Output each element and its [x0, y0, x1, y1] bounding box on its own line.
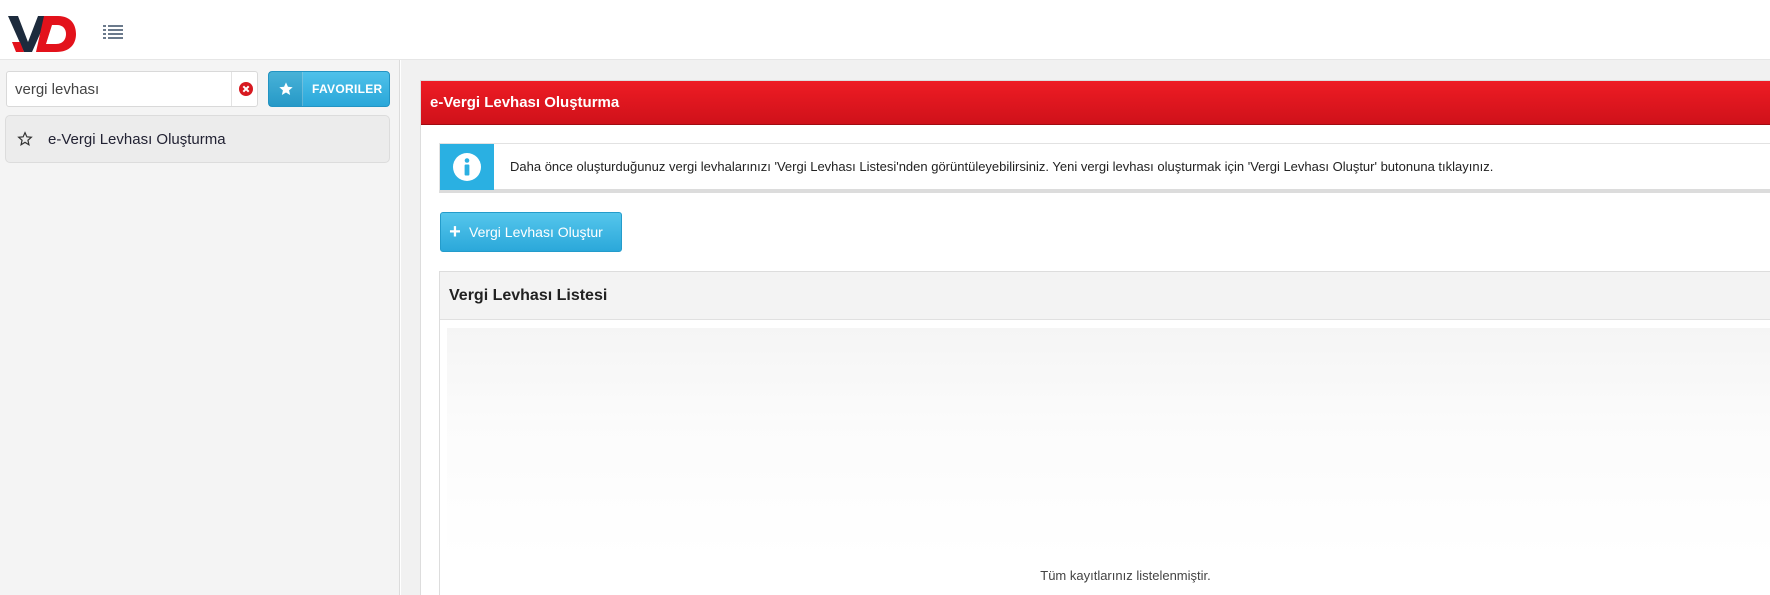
search-box — [6, 71, 258, 107]
close-circle-icon[interactable] — [231, 72, 259, 106]
list-title: Vergi Levhası Listesi — [440, 272, 1770, 320]
logo[interactable] — [8, 12, 78, 56]
create-button-label: Vergi Levhası Oluştur — [469, 224, 603, 240]
plus-icon: + — [449, 221, 461, 243]
sidebar-item-e-vergi-levhasi[interactable]: e-Vergi Levhası Oluşturma — [5, 115, 390, 163]
info-message: Daha önce oluşturduğunuz vergi levhaları… — [510, 159, 1494, 174]
sidebar: FAVORILER e-Vergi Levhası Oluşturma — [0, 60, 400, 595]
tax-plate-list: Vergi Levhası Listesi — [439, 271, 1770, 595]
star-icon — [269, 72, 303, 106]
list-body — [447, 328, 1770, 558]
list-footer-text: Tüm kayıtlarınız listelenmiştir. — [1040, 568, 1211, 583]
page-title: e-Vergi Levhası Oluşturma — [421, 81, 1770, 125]
sidebar-item-label: e-Vergi Levhası Oluşturma — [48, 130, 226, 148]
search-input[interactable] — [7, 72, 227, 106]
main-content: e-Vergi Levhası Oluşturma Daha önce oluş… — [401, 60, 1770, 595]
list-icon[interactable] — [103, 24, 125, 40]
create-tax-plate-button[interactable]: + Vergi Levhası Oluştur — [440, 212, 622, 252]
star-outline-icon[interactable] — [6, 131, 44, 147]
info-alert: Daha önce oluşturduğunuz vergi levhaları… — [439, 143, 1770, 193]
info-icon — [440, 143, 494, 190]
content-panel: e-Vergi Levhası Oluşturma Daha önce oluş… — [420, 80, 1770, 595]
top-header — [0, 0, 1770, 60]
favorites-button[interactable]: FAVORILER — [268, 71, 390, 107]
favorites-label: FAVORILER — [312, 82, 383, 96]
